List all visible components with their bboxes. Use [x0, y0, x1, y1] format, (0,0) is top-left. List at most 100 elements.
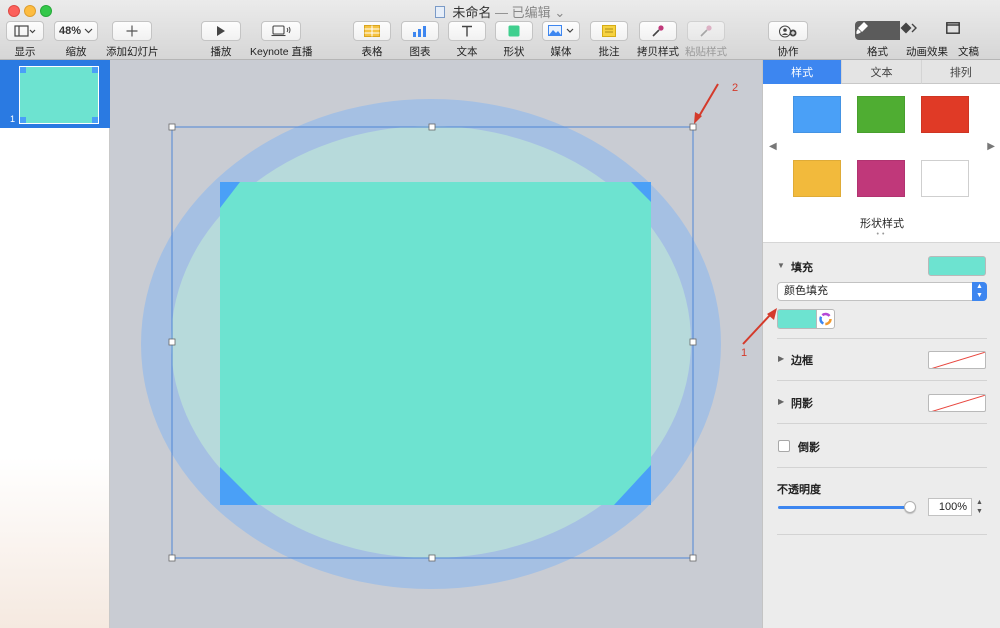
- slide-number: 1: [10, 114, 16, 124]
- add-slide-control[interactable]: 添加幻灯片: [106, 21, 159, 59]
- collaborate-label: 协作: [777, 46, 799, 58]
- zoom-control[interactable]: 48% 缩放: [54, 21, 98, 59]
- shape-button[interactable]: [495, 21, 533, 41]
- opacity-stepper[interactable]: ▲ ▼: [974, 498, 985, 516]
- opacity-title: 不透明度: [777, 484, 821, 496]
- chart-button[interactable]: [401, 21, 439, 41]
- keynote-live-label: Keynote 直播: [250, 46, 313, 58]
- copy-style-label: 拷贝样式: [637, 46, 679, 58]
- previous-styles-icon[interactable]: ◀: [769, 141, 777, 152]
- fill-title[interactable]: 填充: [791, 259, 813, 275]
- tab-text[interactable]: 文本: [841, 60, 921, 84]
- disclosure-closed-icon[interactable]: ▶: [778, 354, 784, 363]
- table-button[interactable]: [353, 21, 391, 41]
- square-shape-icon: [508, 25, 520, 37]
- rectangle-shape[interactable]: [220, 182, 651, 505]
- chevron-down-icon: [84, 28, 93, 34]
- tab-arrange[interactable]: 排列: [920, 60, 1000, 84]
- section-divider: [777, 423, 987, 424]
- slide-thumbnail-selected[interactable]: 1: [0, 60, 110, 128]
- next-styles-icon[interactable]: ▶: [987, 141, 995, 152]
- chart-label: 图表: [409, 46, 431, 58]
- chart-control[interactable]: 图表: [401, 21, 439, 59]
- sticky-note-icon: [602, 25, 616, 37]
- annotation-marker-1: 1: [741, 347, 748, 359]
- sidebar-icon: [14, 25, 36, 37]
- thumbnail-corner: [20, 67, 26, 73]
- zoom-button[interactable]: 48%: [54, 21, 98, 41]
- shape-control[interactable]: 形状: [495, 21, 533, 59]
- style-swatch-yellow[interactable]: [793, 160, 841, 197]
- inspector-mode-group: [855, 21, 991, 40]
- media-button[interactable]: [542, 21, 580, 41]
- slide-navigator[interactable]: 1: [0, 60, 110, 628]
- opacity-slider-track[interactable]: [778, 506, 911, 509]
- plus-icon: [126, 25, 138, 37]
- collaborate-control[interactable]: 协作: [768, 21, 808, 59]
- keynote-live-button[interactable]: [261, 21, 302, 41]
- text-t-icon: [462, 25, 472, 37]
- text-button[interactable]: [448, 21, 486, 41]
- format-button[interactable]: [855, 21, 900, 40]
- document-separator: —: [495, 5, 509, 20]
- view-control[interactable]: 显示: [6, 21, 44, 59]
- style-swatch-red[interactable]: [921, 96, 969, 133]
- play-control[interactable]: 播放: [201, 21, 241, 59]
- tab-style[interactable]: 样式: [763, 60, 842, 84]
- color-wheel-icon: [819, 312, 832, 326]
- zoom-value: 48%: [58, 25, 82, 37]
- slide-canvas[interactable]: 2: [110, 60, 762, 628]
- comment-button[interactable]: [590, 21, 628, 41]
- thumbnail-corner: [20, 117, 26, 123]
- section-divider: [777, 380, 987, 381]
- border-color-well[interactable]: [928, 351, 986, 369]
- style-swatch-magenta[interactable]: [857, 160, 905, 197]
- animate-button[interactable]: [900, 21, 946, 40]
- opacity-value-field[interactable]: 100%: [928, 498, 972, 516]
- add-slide-button[interactable]: [112, 21, 153, 41]
- paste-style-label: 粘贴样式: [685, 46, 727, 58]
- style-swatch-green[interactable]: [857, 96, 905, 133]
- eyedropper-icon: [652, 25, 664, 37]
- media-control[interactable]: 媒体: [542, 21, 580, 59]
- document-title[interactable]: 未命名 — 已编辑 ⌄: [0, 2, 1000, 21]
- section-divider: [777, 534, 987, 535]
- paste-style-button[interactable]: [687, 21, 725, 41]
- add-person-icon: [779, 25, 797, 37]
- fill-type-select[interactable]: 颜色填充 ▲ ▼: [777, 282, 987, 301]
- bar-chart-icon: [413, 26, 426, 37]
- shape-styles-panel: ◀ ▶ 形状样式 ••: [763, 84, 1000, 243]
- table-control[interactable]: 表格: [353, 21, 391, 59]
- keynote-live-control[interactable]: Keynote 直播: [250, 21, 312, 59]
- style-swatch-blue[interactable]: [793, 96, 841, 133]
- opacity-slider-knob[interactable]: [904, 501, 916, 513]
- play-icon: [217, 26, 225, 36]
- comment-control[interactable]: 批注: [590, 21, 628, 59]
- copy-style-control[interactable]: 拷贝样式: [637, 21, 679, 59]
- eyedropper-paste-icon: [700, 25, 712, 37]
- border-title[interactable]: 边框: [791, 352, 813, 368]
- paste-style-control[interactable]: 粘贴样式: [685, 21, 727, 59]
- color-wheel-button[interactable]: [816, 309, 835, 329]
- disclosure-open-icon[interactable]: ▼: [777, 261, 785, 270]
- reflection-title: 倒影: [798, 442, 820, 454]
- shadow-title[interactable]: 阴影: [791, 395, 813, 411]
- shape-styles-caption: 形状样式: [860, 218, 904, 230]
- disclosure-closed-icon[interactable]: ▶: [778, 397, 784, 406]
- annotation-marker-2: 2: [732, 82, 739, 94]
- slide-thumbnail-1[interactable]: [19, 66, 99, 124]
- page-dots[interactable]: ••: [763, 231, 1000, 238]
- chevron-down-icon: [566, 28, 574, 33]
- shadow-color-well[interactable]: [928, 394, 986, 412]
- copy-style-button[interactable]: [639, 21, 677, 41]
- collaborate-button[interactable]: [768, 21, 808, 41]
- style-swatch-white[interactable]: [921, 160, 969, 197]
- title-bar: 未命名 — 已编辑 ⌄ 显示 48% 缩放 添加幻灯片 播放 Keynote 直…: [0, 0, 1000, 60]
- fill-color-well[interactable]: [928, 256, 986, 276]
- media-label: 媒体: [550, 46, 572, 58]
- document-button[interactable]: [946, 21, 991, 40]
- reflection-checkbox[interactable]: [778, 440, 790, 452]
- play-button[interactable]: [201, 21, 241, 41]
- view-button[interactable]: [6, 21, 44, 41]
- text-control[interactable]: 文本: [448, 21, 486, 59]
